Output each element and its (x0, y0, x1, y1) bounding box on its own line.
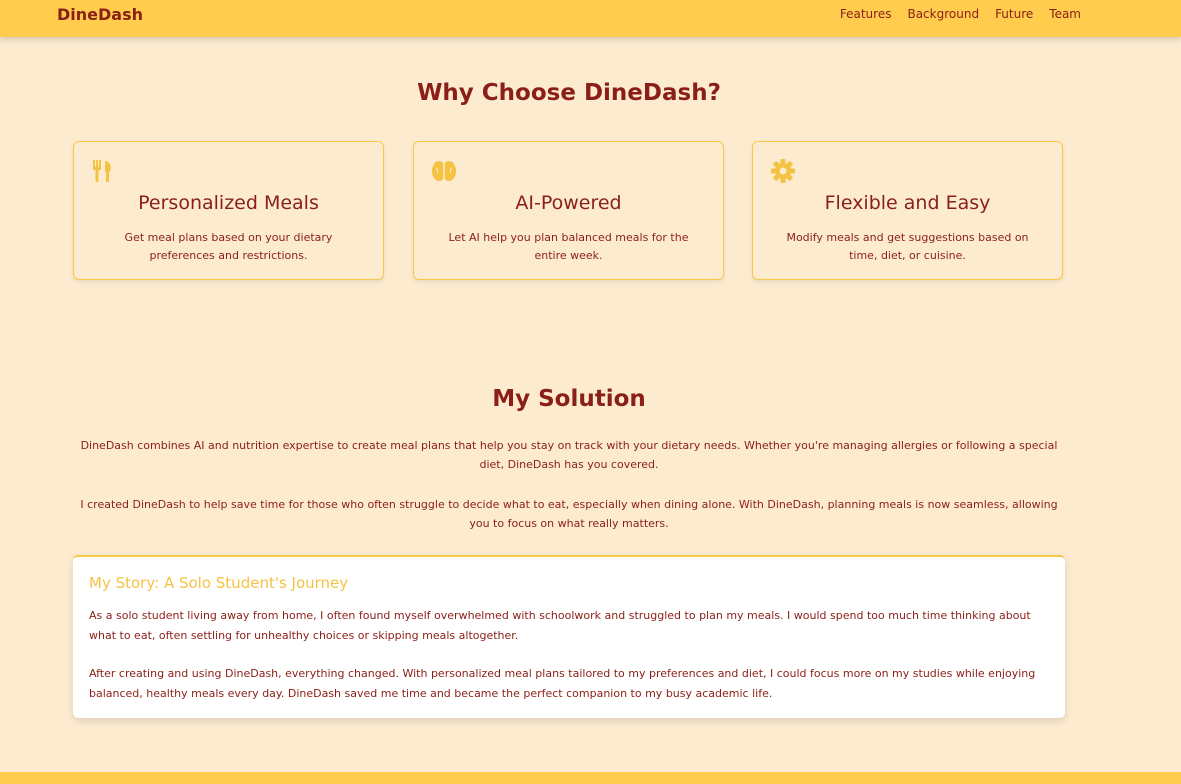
story-paragraph: As a solo student living away from home,… (89, 609, 1031, 642)
nav-link-features[interactable]: Features (840, 7, 892, 21)
feature-card-personalized: Personalized Meals Get meal plans based … (73, 141, 384, 280)
nav-link-background[interactable]: Background (907, 7, 979, 21)
solution-paragraph: DineDash combines AI and nutrition exper… (80, 439, 1058, 471)
nav-links: Features Background Future Team (840, 7, 1081, 21)
story-title: My Story: A Solo Student's Journey (89, 574, 349, 592)
solution-heading: My Solution (492, 386, 646, 412)
nav-link-team[interactable]: Team (1049, 7, 1081, 21)
card-title: Personalized Meals (138, 192, 319, 214)
features-heading: Why Choose DineDash? (417, 80, 721, 106)
brain-icon (431, 158, 457, 184)
brand-logo[interactable]: DineDash (57, 5, 143, 24)
feature-card-ai: AI-Powered Let AI help you plan balanced… (413, 141, 724, 280)
card-title: Flexible and Easy (824, 192, 991, 214)
top-navbar: DineDash Features Background Future Team (0, 0, 1181, 37)
story-card: My Story: A Solo Student's Journey As a … (73, 555, 1065, 718)
card-text: Get meal plans based on your dietary pre… (124, 231, 333, 262)
solution-paragraph: I created DineDash to help save time for… (80, 498, 1058, 530)
story-paragraph: After creating and using DineDash, every… (89, 667, 1036, 700)
gear-icon (770, 158, 796, 184)
nav-link-future[interactable]: Future (995, 7, 1033, 21)
card-text: Modify meals and get suggestions based o… (786, 231, 1029, 262)
utensils-icon (91, 158, 117, 184)
footer-bar (0, 772, 1181, 784)
feature-card-flexible: Flexible and Easy Modify meals and get s… (752, 141, 1063, 280)
card-text: Let AI help you plan balanced meals for … (448, 231, 689, 262)
card-title: AI-Powered (515, 192, 622, 214)
